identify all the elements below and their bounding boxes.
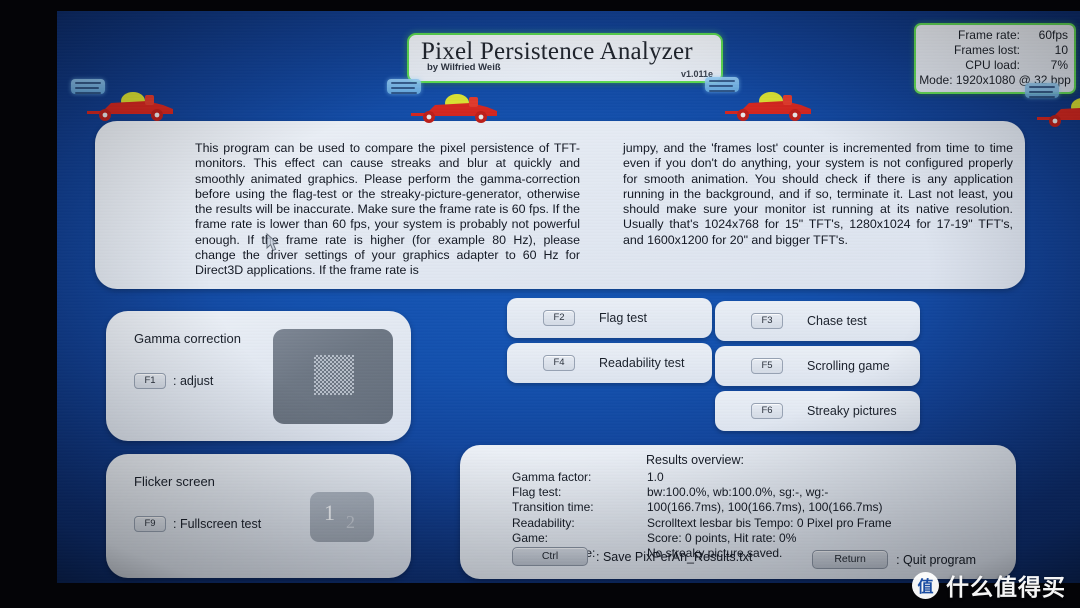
test-button-label: Streaky pictures — [807, 404, 897, 418]
fkey-badge-f6[interactable]: F6 — [751, 403, 783, 419]
gamma-panel-title: Gamma correction — [134, 331, 241, 346]
result-key: Readability: — [512, 515, 575, 530]
table-row: Gamma factor: 1.0 — [512, 470, 892, 485]
result-value: Score: 0 points, Hit rate: 0% — [647, 530, 797, 545]
frames-lost-value: 10 — [1054, 43, 1068, 57]
flicker-frame-number: 1 — [324, 500, 335, 525]
mouse-pointer-icon — [266, 233, 279, 252]
test-button-scrolling-game[interactable]: F5 Scrolling game — [715, 346, 920, 386]
frame-rate-label: Frame rate: — [957, 28, 1020, 42]
result-key: Gamma factor: — [512, 470, 592, 484]
quit-program-action[interactable]: Return : Quit program — [812, 550, 976, 569]
table-row: Transition time: 100(166.7ms), 100(166.7… — [512, 500, 892, 515]
flicker-frame-number-ghost: 2 — [346, 512, 355, 532]
race-car-icon — [725, 92, 811, 121]
ctrl-key-button[interactable]: Ctrl — [512, 547, 588, 566]
table-row: Readability: Scrolltext lesbar bis Tempo… — [512, 516, 892, 531]
stat-frames-lost: Frames lost: 10 — [922, 43, 1068, 58]
flicker-action-label: : Fullscreen test — [173, 517, 262, 531]
gamma-action-label: : adjust — [173, 374, 214, 388]
fkey-badge-f5[interactable]: F5 — [751, 358, 783, 374]
fkey-badge-f9[interactable]: F9 — [134, 516, 166, 532]
stat-cpu-load: CPU load: 7% — [922, 58, 1068, 73]
watermark-badge-icon: 值 — [912, 571, 939, 599]
result-value: Scrolltext lesbar bis Tempo: 0 Pixel pro… — [647, 515, 892, 530]
race-car-icon — [1037, 98, 1080, 127]
fkey-badge-f3[interactable]: F3 — [751, 313, 783, 329]
results-overview-panel: Results overview: Gamma factor: 1.0 Flag… — [460, 445, 1016, 579]
flicker-preview-swatch: 1 2 — [310, 492, 374, 542]
race-car-icon — [87, 92, 173, 121]
flicker-fullscreen-action[interactable]: F9 : Fullscreen test — [134, 516, 261, 532]
fkey-badge-f2[interactable]: F2 — [543, 310, 575, 326]
site-watermark: 值 什么值得买 — [912, 568, 1066, 602]
result-value: bw:100.0%, wb:100.0%, sg:-, wg:- — [647, 485, 829, 500]
info-text-left-column: This program can be used to compare the … — [195, 141, 580, 278]
test-button-label: Scrolling game — [807, 359, 890, 373]
cpu-load-label: CPU load: — [965, 58, 1020, 72]
stat-frame-rate: Frame rate: 60fps — [922, 28, 1068, 43]
result-value: 100(166.7ms), 100(166.7ms), 100(166.7ms) — [647, 500, 883, 515]
fkey-badge-f4[interactable]: F4 — [543, 355, 575, 371]
result-key: Flag test: — [512, 485, 562, 500]
quit-program-label: : Quit program — [896, 552, 976, 567]
test-button-streaky-pictures[interactable]: F6 Streaky pictures — [715, 391, 920, 431]
watermark-text: 什么值得买 — [946, 575, 1066, 601]
cpu-load-value: 7% — [1050, 58, 1068, 72]
app-title-plate: Pixel Persistence Analyzer by Wilfried W… — [407, 33, 723, 83]
test-button-readability-test[interactable]: F4 Readability test — [507, 343, 712, 383]
info-text-panel: This program can be used to compare the … — [95, 121, 1025, 289]
desktop-screen: Pixel Persistence Analyzer by Wilfried W… — [57, 11, 1080, 583]
result-value: 1.0 — [647, 470, 664, 484]
app-author: by Wilfried Weiß — [427, 62, 501, 73]
results-heading: Results overview: — [646, 453, 744, 467]
gamma-correction-panel[interactable]: Gamma correction F1 : adjust — [106, 311, 411, 441]
test-button-label: Readability test — [599, 356, 685, 370]
table-row: Game: Score: 0 points, Hit rate: 0% — [512, 531, 892, 546]
frame-rate-value: 60fps — [1038, 28, 1068, 42]
flicker-screen-panel[interactable]: Flicker screen F9 : Fullscreen test 1 2 — [106, 454, 411, 578]
result-key: Transition time: — [512, 500, 594, 515]
gamma-preview-swatch — [273, 329, 393, 424]
result-key: Game: — [512, 530, 549, 545]
gamma-dither-pattern — [314, 355, 354, 395]
flicker-panel-title: Flicker screen — [134, 474, 215, 489]
info-text-right-column: jumpy, and the 'frames lost' counter is … — [623, 141, 1013, 247]
frames-lost-label: Frames lost: — [953, 43, 1020, 57]
photographed-screen-frame: Pixel Persistence Analyzer by Wilfried W… — [0, 0, 1080, 608]
test-button-chase-test[interactable]: F3 Chase test — [715, 301, 920, 341]
test-button-flag-test[interactable]: F2 Flag test — [507, 298, 712, 338]
fkey-badge-f1[interactable]: F1 — [134, 373, 166, 389]
test-button-label: Chase test — [807, 314, 867, 328]
save-results-label: : Save PixPerAn_Results.txt — [596, 549, 753, 564]
table-row: Flag test: bw:100.0%, wb:100.0%, sg:-, w… — [512, 485, 892, 500]
gamma-adjust-action[interactable]: F1 : adjust — [134, 373, 213, 389]
save-results-action[interactable]: Ctrl : Save PixPerAn_Results.txt — [512, 547, 752, 566]
return-key-button[interactable]: Return — [812, 550, 889, 569]
race-car-icon — [411, 94, 497, 123]
test-button-label: Flag test — [599, 311, 647, 325]
